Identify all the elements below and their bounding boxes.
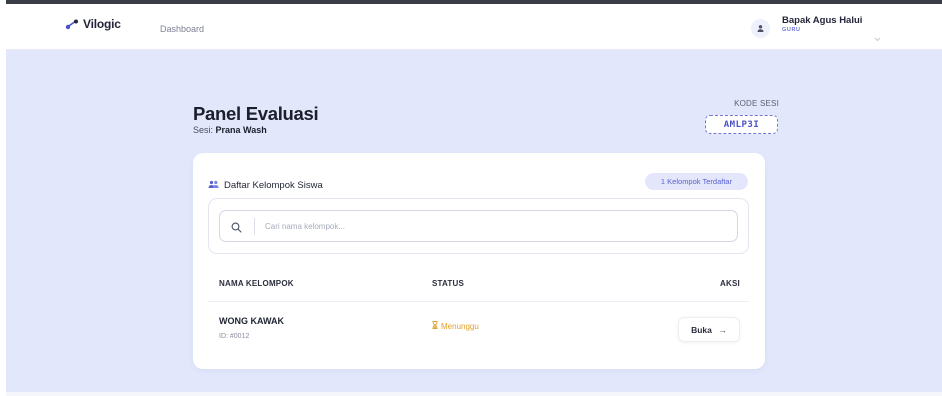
user-name: Bapak Agus Halui [782,15,863,26]
search-input[interactable] [265,219,725,234]
column-header-action: AKSI [720,279,740,288]
open-button-label: Buka [691,324,712,335]
session-code-box[interactable]: AMLP3I [705,115,778,134]
status-text: Menunggu [441,321,479,331]
brand-logo[interactable]: Vilogic [65,17,121,31]
user-menu[interactable]: Bapak Agus Halui GURU [751,15,881,42]
group-name: WONG KAWAK [219,316,284,326]
header-divider [208,301,749,302]
brand-name: Vilogic [83,17,121,31]
navbar: Vilogic Dashboard Bapak Agus Halui GURU [6,4,942,50]
bottom-strip [6,392,942,396]
status-badge: Menunggu [432,321,479,331]
arrow-right-icon: → [717,324,727,335]
users-icon [208,176,219,194]
session-code-label: KODE SESI [734,99,779,108]
search-field[interactable] [219,210,738,242]
avatar[interactable] [751,19,770,38]
hourglass-icon [432,321,438,331]
session-info: Sesi: Prana Wash [193,125,267,135]
card-title: Daftar Kelompok Siswa [208,176,323,194]
search-container [208,198,749,254]
open-group-button[interactable]: Buka → [678,317,740,342]
session-label: Sesi: [193,125,214,135]
group-list-card: Daftar Kelompok Siswa 1 Kelompok Terdaft… [193,153,765,369]
column-header-name: NAMA KELOMPOK [219,279,294,288]
group-id: ID: #0012 [219,333,250,340]
user-role: GURU [782,27,801,33]
card-title-text: Daftar Kelompok Siswa [224,179,323,191]
chevron-down-icon[interactable] [874,29,881,47]
search-icon [231,220,242,238]
page-title: Panel Evaluasi [193,103,319,124]
nav-link-dashboard[interactable]: Dashboard [160,24,204,34]
logo-icon [65,19,79,30]
user-icon [756,20,765,38]
column-header-status: STATUS [432,279,465,288]
session-name: Prana Wash [215,125,267,135]
group-count-badge: 1 Kelompok Terdaftar [645,173,748,190]
search-divider [254,218,255,235]
